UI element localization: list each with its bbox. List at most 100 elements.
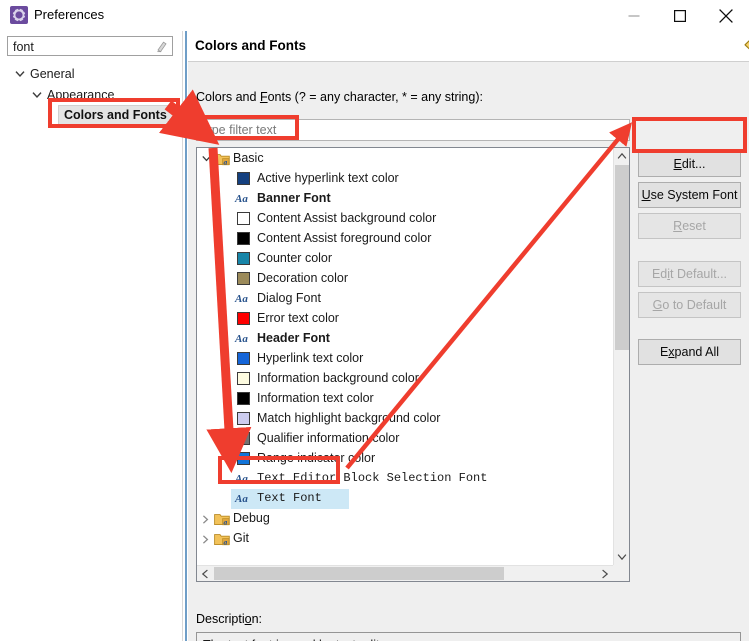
tree-row[interactable]: Content Assist background color — [197, 209, 613, 229]
description-label-text: Description: — [196, 612, 263, 626]
use-system-font-button-label: Use System Font — [641, 188, 738, 202]
description-text: The text font is used by text editors. — [203, 637, 400, 641]
tree-row[interactable]: Aa Dialog Font — [197, 289, 613, 309]
color-swatch — [237, 352, 250, 365]
sidebar-item-appearance-label: Appearance — [47, 88, 115, 102]
tree-row[interactable]: Qualifier information color — [197, 429, 613, 449]
edit-default-button: Edit Default... — [638, 261, 741, 287]
tree-row-label: Debug — [233, 511, 270, 525]
tree-row[interactable]: Match highlight background color — [197, 409, 613, 429]
preferences-sidebar: font General Appearance Colors and Fonts — [0, 31, 182, 641]
reset-button-label: Reset — [673, 219, 706, 233]
folder-icon: a — [214, 512, 230, 526]
chevron-down-icon-appearance[interactable] — [31, 87, 43, 103]
tree-row[interactable]: Aa Text Font — [197, 489, 613, 509]
scroll-thumb-horizontal[interactable] — [214, 567, 504, 580]
tree-row[interactable]: Active hyperlink text color — [197, 169, 613, 189]
description-label: Description: — [196, 611, 262, 627]
tree-row[interactable]: Aa Header Font — [197, 329, 613, 349]
folder-icon: a — [214, 532, 230, 546]
tree-row[interactable]: Decoration color — [197, 269, 613, 289]
tree-row[interactable]: Information text color — [197, 389, 613, 409]
window-minimize-button[interactable] — [611, 0, 657, 31]
expand-all-button-label: Expand All — [659, 345, 720, 359]
scroll-left-icon[interactable] — [197, 566, 213, 581]
color-swatch — [237, 432, 250, 445]
scroll-right-icon[interactable] — [597, 566, 613, 581]
tree-row[interactable]: a Debug — [197, 509, 613, 529]
color-swatch — [237, 452, 250, 465]
filter-label: Colors and Fonts (? = any character, * =… — [196, 89, 483, 105]
sidebar-item-colors-and-fonts[interactable]: Colors and Fonts — [58, 105, 178, 127]
tree-row[interactable]: Range indicator color — [197, 449, 613, 469]
tree-row[interactable]: Hyperlink text color — [197, 349, 613, 369]
tree-row-label: Error text color — [257, 311, 339, 325]
expand-all-button[interactable]: Expand All — [638, 339, 741, 365]
tree-filter-input[interactable]: type filter text — [196, 119, 630, 141]
tree-row-label: Header Font — [257, 331, 330, 345]
tree-row[interactable]: Aa Text Editor Block Selection Font — [197, 469, 613, 489]
color-swatch — [237, 272, 250, 285]
window-close-button[interactable] — [703, 0, 749, 31]
tree-filter-placeholder: type filter text — [202, 123, 277, 137]
sidebar-item-general-label: General — [30, 67, 75, 81]
use-system-font-button[interactable]: Use System Font — [638, 182, 741, 208]
page-header: Colors and Fonts — [188, 31, 749, 61]
preferences-dialog: Preferences font General Appearance Colo… — [0, 0, 749, 641]
back-arrow-icon[interactable] — [743, 36, 749, 59]
page-title: Colors and Fonts — [195, 38, 306, 53]
tree-row[interactable]: Information background color — [197, 369, 613, 389]
tree-row-label: Text Font — [257, 491, 322, 505]
scroll-up-icon[interactable] — [614, 148, 629, 164]
folder-icon: a — [214, 152, 230, 166]
color-swatch — [237, 232, 250, 245]
tree-row[interactable]: Content Assist foreground color — [197, 229, 613, 249]
tree-row-label: Banner Font — [257, 191, 331, 205]
tree-row[interactable]: Counter color — [197, 249, 613, 269]
tree-row-label: Hyperlink text color — [257, 351, 364, 365]
svg-text:a: a — [223, 538, 227, 546]
edit-button[interactable]: Edit... — [638, 151, 741, 177]
color-swatch — [237, 412, 250, 425]
tree-row[interactable]: a Basic — [197, 149, 613, 169]
svg-text:a: a — [223, 158, 227, 166]
colors-and-fonts-tree[interactable]: a Basic Active hyperlink text color Aa Banne… — [196, 147, 630, 582]
chevron-down-icon[interactable] — [199, 149, 213, 169]
font-sample-icon: Aa — [235, 293, 248, 305]
sidebar-filter-input[interactable]: font — [7, 36, 173, 56]
tree-row-label: Information background color — [257, 371, 419, 385]
go-to-default-button: Go to Default — [638, 292, 741, 318]
tree-horizontal-scrollbar[interactable] — [197, 565, 613, 581]
sidebar-item-colors-and-fonts-label: Colors and Fonts — [64, 108, 167, 122]
sidebar-item-general[interactable]: General — [30, 66, 74, 82]
edit-button-label: Edit... — [673, 157, 706, 171]
window-maximize-button[interactable] — [657, 0, 703, 31]
clear-filter-icon[interactable] — [155, 40, 168, 53]
tree-vertical-scrollbar[interactable] — [613, 148, 629, 565]
tree-row-label: Content Assist background color — [257, 211, 437, 225]
tree-row[interactable]: Aa Banner Font — [197, 189, 613, 209]
scroll-thumb-vertical[interactable] — [615, 165, 629, 350]
preferences-gear-icon — [10, 6, 28, 24]
tree-row-label: Information text color — [257, 391, 374, 405]
tree-rows-container: a Basic Active hyperlink text color Aa Banne… — [197, 148, 613, 565]
edit-default-button-label: Edit Default... — [651, 267, 728, 281]
panel-divider — [182, 31, 183, 641]
panel-divider-accent — [185, 31, 187, 641]
sidebar-item-appearance[interactable]: Appearance — [47, 87, 114, 103]
chevron-right-icon[interactable] — [199, 529, 213, 549]
tree-row-label: Counter color — [257, 251, 333, 265]
window-title: Preferences — [34, 7, 105, 22]
color-swatch — [237, 392, 250, 405]
title-bar: Preferences — [0, 0, 749, 31]
scroll-down-icon[interactable] — [614, 549, 629, 565]
tree-row-label: Content Assist foreground color — [257, 231, 432, 245]
tree-row-label: Active hyperlink text color — [257, 171, 399, 185]
tree-row[interactable]: Error text color — [197, 309, 613, 329]
preferences-content-panel: Colors and Fonts Colors and Fonts (? = a… — [188, 31, 749, 641]
color-swatch — [237, 172, 250, 185]
chevron-down-icon-general[interactable] — [14, 66, 26, 82]
tree-row[interactable]: a Git — [197, 529, 613, 549]
color-swatch — [237, 212, 250, 225]
chevron-right-icon[interactable] — [199, 509, 213, 529]
